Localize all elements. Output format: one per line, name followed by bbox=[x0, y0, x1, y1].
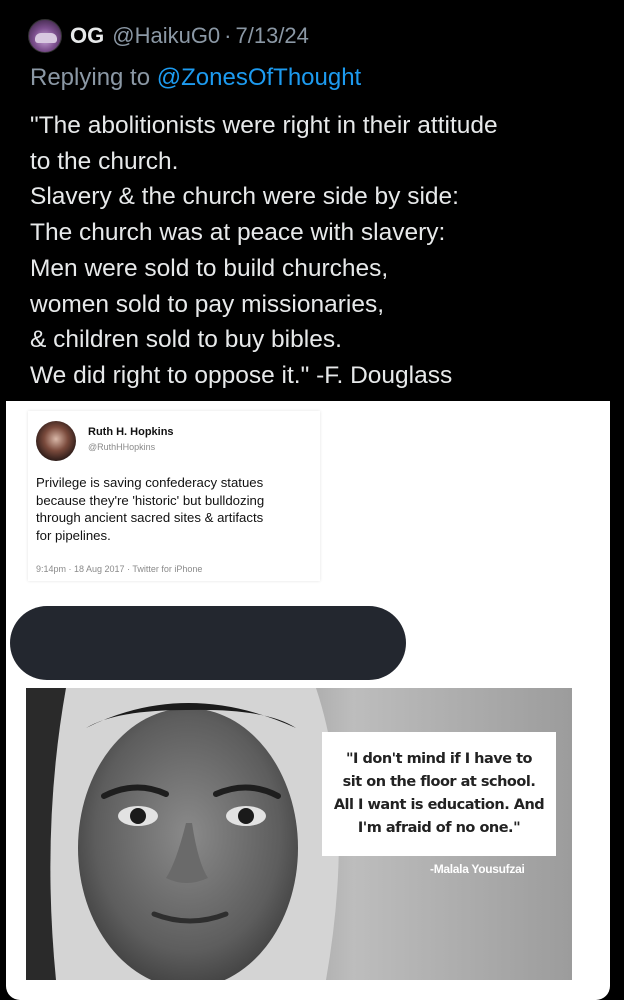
quote-attribution: -Malala Yousufzai bbox=[430, 862, 525, 876]
tweet-date[interactable]: 7/13/24 bbox=[236, 23, 309, 49]
tweet-media-image[interactable]: Ruth H. Hopkins @RuthHHopkins Privilege … bbox=[6, 401, 610, 1000]
embedded-tweet-text: Privilege is saving confederacy statues … bbox=[36, 474, 316, 544]
tweet-text-line: to the church. bbox=[30, 147, 179, 175]
display-name[interactable]: OG bbox=[70, 23, 104, 49]
tweet-text-line: The church was at peace with slavery: bbox=[30, 219, 446, 247]
user-handle[interactable]: @HaikuG0 bbox=[112, 23, 220, 49]
redaction-bar bbox=[10, 606, 406, 680]
tweet-header: OG @HaikuG0 · 7/13/24 bbox=[28, 16, 309, 56]
embedded-text-line: because they're 'historic' but bulldozin… bbox=[36, 492, 265, 508]
tweet-text-line: "The abolitionists were right in their a… bbox=[30, 112, 498, 139]
embedded-text-line: for pipelines. bbox=[36, 527, 111, 543]
embedded-display-name: Ruth H. Hopkins bbox=[88, 426, 174, 438]
quote-line: sit on the floor at school. bbox=[342, 774, 536, 790]
quote-line: All I want is education. And bbox=[333, 797, 545, 813]
tweet-text: "The abolitionists were right in their a… bbox=[30, 108, 600, 394]
reply-context: Replying to @ZonesOfThought bbox=[30, 64, 361, 92]
tweet-text-line: & children sold to buy bibles. bbox=[30, 326, 342, 354]
tweet-text-line: Slavery & the church were side by side: bbox=[30, 183, 459, 211]
tweet-text-line: Men were sold to build churches, bbox=[30, 254, 389, 282]
tweet-text-line: women sold to pay missionaries, bbox=[30, 290, 385, 318]
quote-text-box: "I don't mind if I have to sit on the fl… bbox=[322, 732, 556, 856]
reply-mention-link[interactable]: @ZonesOfThought bbox=[157, 64, 361, 91]
embedded-avatar bbox=[36, 421, 76, 461]
reply-prefix: Replying to bbox=[30, 64, 151, 91]
embedded-text-line: through ancient sacred sites & artifacts bbox=[36, 510, 264, 525]
embedded-tweet-meta: 9:14pm · 18 Aug 2017 · Twitter for iPhon… bbox=[36, 564, 203, 574]
quote-line: "I don't mind if I have to bbox=[345, 751, 533, 767]
embedded-text-line: Privilege is saving confederacy statues bbox=[36, 475, 264, 490]
quote-line: I'm afraid of no one." bbox=[357, 820, 521, 836]
embedded-tweet-screenshot: Ruth H. Hopkins @RuthHHopkins Privilege … bbox=[28, 411, 320, 581]
separator-dot: · bbox=[224, 23, 232, 48]
portrait-quote-photo: "I don't mind if I have to sit on the fl… bbox=[26, 688, 572, 980]
profile-avatar[interactable] bbox=[28, 19, 62, 53]
tweet-text-line: We did right to oppose it." -F. Douglass bbox=[30, 361, 453, 389]
embedded-handle: @RuthHHopkins bbox=[88, 442, 156, 452]
